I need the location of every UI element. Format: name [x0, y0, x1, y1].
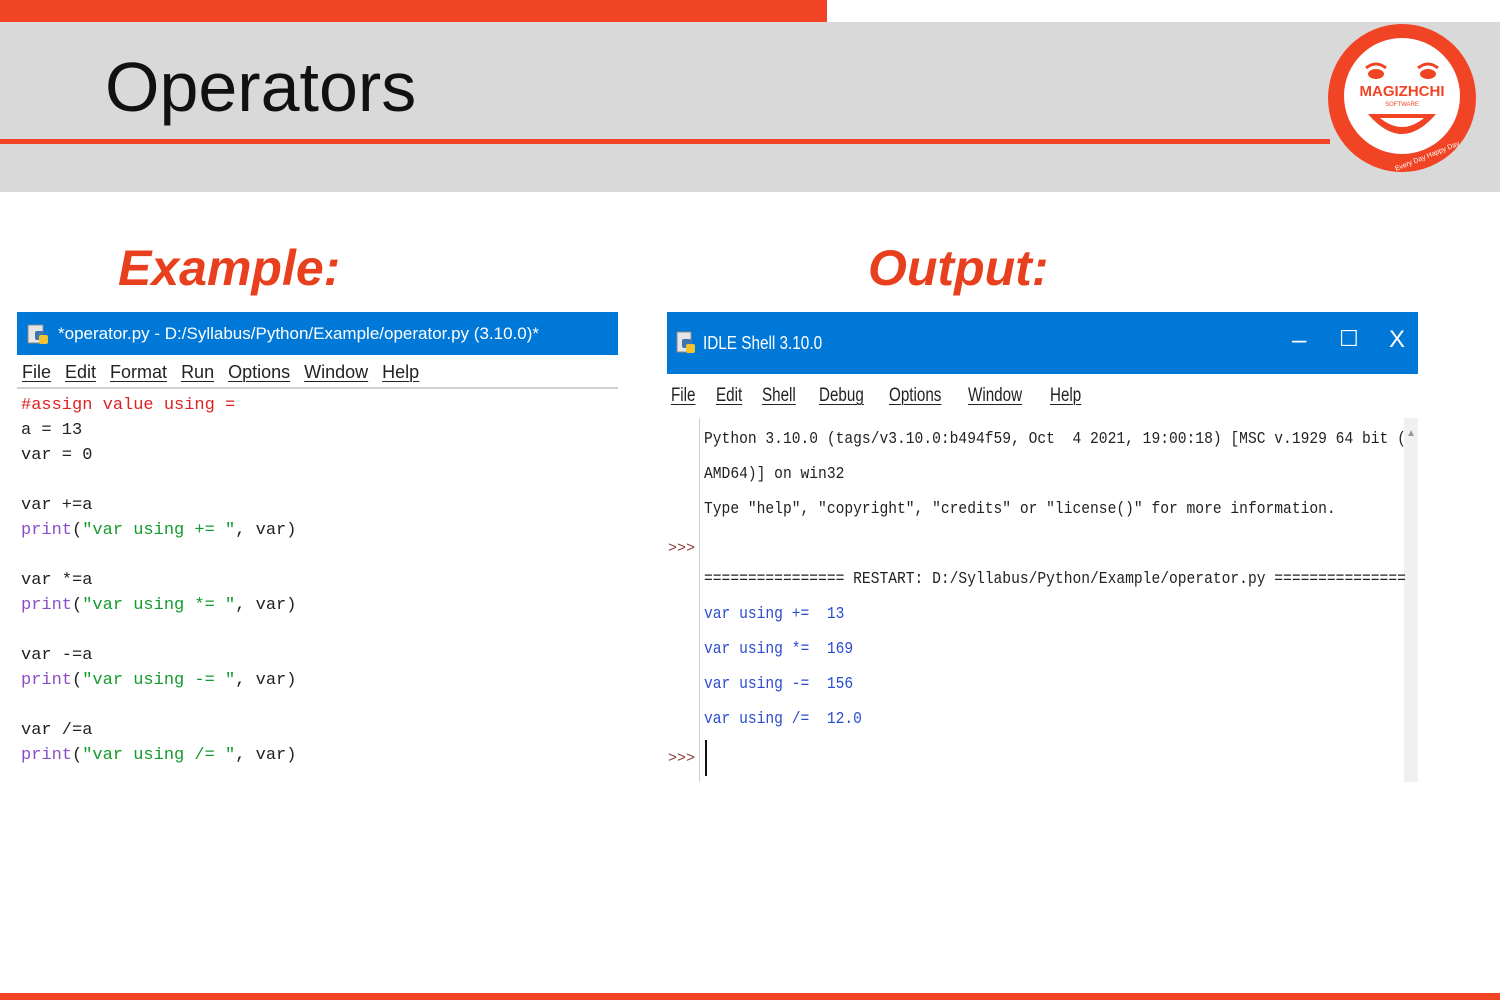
shell-menu-file[interactable]: File: [671, 385, 696, 407]
close-button[interactable]: X: [1389, 326, 1405, 354]
vertical-scrollbar[interactable]: ▲: [1404, 418, 1418, 782]
editor-menu-options[interactable]: Options: [228, 362, 290, 387]
code-text: (: [72, 746, 83, 765]
code-line: var +=a: [21, 496, 93, 515]
magizhchi-logo: MAGIZHCHI SOFTWARE Every Day Happy Day: [1328, 24, 1476, 172]
scroll-up-icon[interactable]: ▲: [1406, 428, 1416, 439]
text-cursor: [705, 740, 707, 776]
editor-menu-edit[interactable]: Edit: [65, 362, 96, 387]
editor-titlebar[interactable]: *operator.py - D:/Syllabus/Python/Exampl…: [17, 312, 618, 355]
code-keyword: print: [21, 596, 73, 615]
code-line: #assign value using =: [21, 393, 618, 418]
editor-menu-help[interactable]: Help: [382, 362, 419, 387]
shell-menu-options[interactable]: Options: [889, 385, 941, 407]
logo-name: MAGIZHCHI: [1360, 83, 1445, 100]
code-text: , var): [235, 521, 297, 540]
code-string: "var using -= ": [82, 671, 236, 690]
shell-menu-shell[interactable]: Shell: [762, 385, 796, 407]
shell-prompt: >>>: [668, 540, 696, 557]
shell-prompt: >>>: [668, 750, 696, 767]
maximize-button[interactable]: ☐: [1339, 326, 1359, 352]
code-text: , var): [235, 671, 297, 690]
shell-menubar: File Edit Shell Debug Options Window Hel…: [667, 374, 1418, 418]
code-area[interactable]: #assign value using = a = 13 var = 0 var…: [17, 389, 618, 768]
code-line: var /=a: [21, 721, 93, 740]
code-line: print("var using /= ", var): [21, 743, 618, 768]
code-keyword: print: [21, 671, 73, 690]
shell-output-area[interactable]: ▲ Python 3.10.0 (tags/v3.10.0:b494f59, O…: [667, 418, 1418, 782]
shell-menu-debug[interactable]: Debug: [819, 385, 864, 407]
shell-banner-line: Type "help", "copyright", "credits" or "…: [704, 500, 1336, 519]
shell-banner-line: AMD64)] on win32: [704, 465, 845, 484]
code-string: "var using *= ": [82, 596, 236, 615]
output-line: var using *= 169: [704, 640, 854, 659]
example-heading: Example:: [118, 240, 341, 296]
slide-title: Operators: [105, 48, 417, 126]
code-keyword: print: [21, 521, 73, 540]
editor-title: *operator.py - D:/Syllabus/Python/Exampl…: [58, 323, 539, 343]
editor-menu-format[interactable]: Format: [110, 362, 167, 387]
code-text: (: [72, 596, 83, 615]
code-text: (: [72, 671, 83, 690]
bottom-accent-bar: [0, 993, 1500, 1000]
top-accent-bar: [0, 0, 827, 22]
python-file-icon: [27, 324, 48, 344]
shell-title: IDLE Shell 3.10.0: [703, 332, 823, 353]
python-idle-icon: [676, 331, 695, 353]
code-line: var -=a: [21, 646, 93, 665]
code-text: , var): [235, 596, 297, 615]
output-heading: Output:: [868, 240, 1049, 296]
shell-menu-help[interactable]: Help: [1050, 385, 1081, 407]
code-line: var = 0: [21, 446, 93, 465]
code-line: var *=a: [21, 571, 93, 590]
prompt-gutter-divider: [699, 418, 700, 782]
output-line: var using /= 12.0: [704, 710, 862, 729]
editor-menu-file[interactable]: File: [22, 362, 51, 387]
restart-line: ================ RESTART: D:/Syllabus/Py…: [704, 570, 1406, 589]
code-string: "var using += ": [82, 521, 236, 540]
editor-menubar: File Edit Format Run Options Window Help: [17, 355, 618, 389]
output-line: var using += 13: [704, 605, 845, 624]
shell-banner-line: Python 3.10.0 (tags/v3.10.0:b494f59, Oct…: [704, 430, 1406, 449]
header-underline: [0, 139, 1330, 144]
code-line: print("var using -= ", var): [21, 668, 618, 693]
editor-menu-window[interactable]: Window: [304, 362, 368, 387]
shell-window: IDLE Shell 3.10.0 – ☐ X File Edit Shell …: [667, 312, 1418, 782]
logo-sub: SOFTWARE: [1385, 102, 1419, 108]
editor-window: *operator.py - D:/Syllabus/Python/Exampl…: [17, 312, 618, 782]
code-text: , var): [235, 746, 297, 765]
code-text: (: [72, 521, 83, 540]
code-line: print("var using *= ", var): [21, 593, 618, 618]
code-line: a = 13: [21, 421, 83, 440]
shell-menu-edit[interactable]: Edit: [716, 385, 742, 407]
editor-menu-run[interactable]: Run: [181, 362, 214, 387]
code-string: "var using /= ": [82, 746, 236, 765]
code-line: print("var using += ", var): [21, 518, 618, 543]
shell-menu-window[interactable]: Window: [968, 385, 1022, 407]
output-line: var using -= 156: [704, 675, 854, 694]
minimize-button[interactable]: –: [1292, 324, 1306, 355]
code-comment: #assign value using =: [21, 396, 236, 415]
shell-titlebar[interactable]: IDLE Shell 3.10.0 – ☐ X: [667, 312, 1418, 374]
code-keyword: print: [21, 746, 73, 765]
